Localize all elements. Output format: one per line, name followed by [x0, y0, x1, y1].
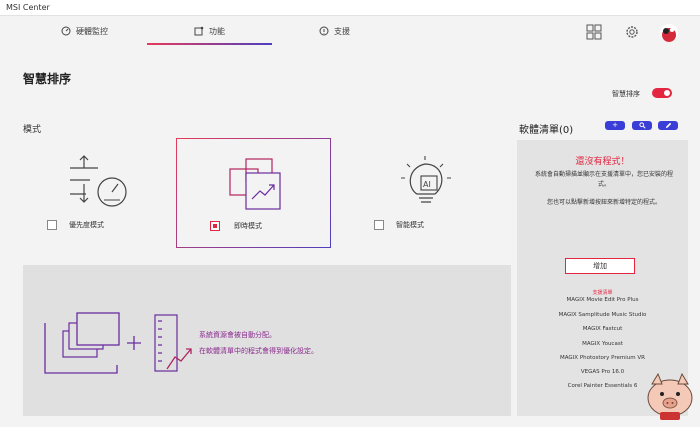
- add-icon: +: [612, 121, 618, 129]
- empty-list-description: 系統會自動掃描並顯示在支援清單中，您已安裝的程式。: [534, 171, 673, 188]
- pig-mascot-watermark: [647, 372, 693, 420]
- monitor-gauge-icon: [61, 26, 71, 36]
- page-title: 智慧排序: [23, 72, 72, 86]
- tab-hardware-monitor[interactable]: 硬體監控: [61, 17, 108, 45]
- tab-label: 硬體監控: [76, 26, 108, 36]
- description-line-2: 在軟體清單中的程式會得到優化設定。: [199, 347, 318, 355]
- empty-list-title: 還沒有程式！: [575, 157, 630, 167]
- realtime-mode-icon: [229, 158, 281, 210]
- supported-list-item: MAGIX Youcast: [582, 341, 623, 347]
- smart-priority-toggle-label: 智慧排序: [612, 90, 640, 98]
- supported-list-item: MAGIX Movie Edit Pro Plus: [566, 297, 639, 303]
- grid-icon[interactable]: [586, 24, 602, 40]
- realtime-mode-label: 即時模式: [234, 222, 262, 230]
- ai-mode-label: 智能模式: [396, 221, 424, 229]
- mode-card-realtime[interactable]: 即時模式: [176, 138, 331, 248]
- gear-icon[interactable]: [624, 24, 640, 40]
- ai-bulb-icon: AI: [401, 156, 451, 203]
- add-software-button[interactable]: +: [605, 121, 625, 130]
- tab-label: 功能: [209, 26, 225, 36]
- active-tab-indicator: [147, 43, 272, 45]
- avatar[interactable]: [660, 24, 678, 42]
- description-line-1: 系統資源會被自動分配。: [199, 331, 276, 339]
- priority-mode-icon: [70, 155, 127, 207]
- realtime-mode-checkbox[interactable]: [210, 221, 220, 231]
- supported-list-item: MAGIX Fastcut: [582, 326, 623, 332]
- add-hint-text: 您也可以點擊新增按鈕來新增特定的程式。: [546, 199, 661, 206]
- realtime-allocation-illustration: [44, 312, 192, 374]
- modes-section-label: 模式: [23, 125, 42, 135]
- support-icon: [319, 26, 329, 36]
- svg-text:AI: AI: [423, 180, 431, 189]
- priority-mode-checkbox[interactable]: [47, 220, 57, 230]
- supported-list-item: MAGIX Photostory Premium VR: [560, 355, 645, 361]
- search-icon: [638, 122, 646, 129]
- supported-list-title: 支援清單: [592, 290, 613, 296]
- mode-card-ai[interactable]: AI 智能模式: [348, 138, 503, 248]
- smart-priority-toggle[interactable]: [652, 88, 672, 98]
- tab-label: 支援: [334, 26, 350, 36]
- tab-support[interactable]: 支援: [319, 17, 350, 45]
- mode-card-priority[interactable]: 優先度模式: [23, 138, 178, 248]
- mode-description-panel: 系統資源會被自動分配。 在軟體清單中的程式會得到優化設定。: [23, 265, 511, 416]
- tab-features[interactable]: 功能: [194, 17, 225, 45]
- edit-software-button[interactable]: [658, 121, 678, 130]
- search-software-button[interactable]: [632, 121, 652, 130]
- supported-list-item: MAGIX Samplitude Music Studio: [558, 312, 647, 318]
- software-list-title: 軟體清單(0): [519, 125, 574, 136]
- add-program-button[interactable]: 增加: [565, 258, 635, 274]
- priority-mode-label: 優先度模式: [69, 221, 104, 229]
- ai-mode-checkbox[interactable]: [374, 220, 384, 230]
- window-title: MSI Center: [0, 0, 700, 16]
- edit-icon: [665, 122, 671, 129]
- feature-icon: [194, 26, 204, 36]
